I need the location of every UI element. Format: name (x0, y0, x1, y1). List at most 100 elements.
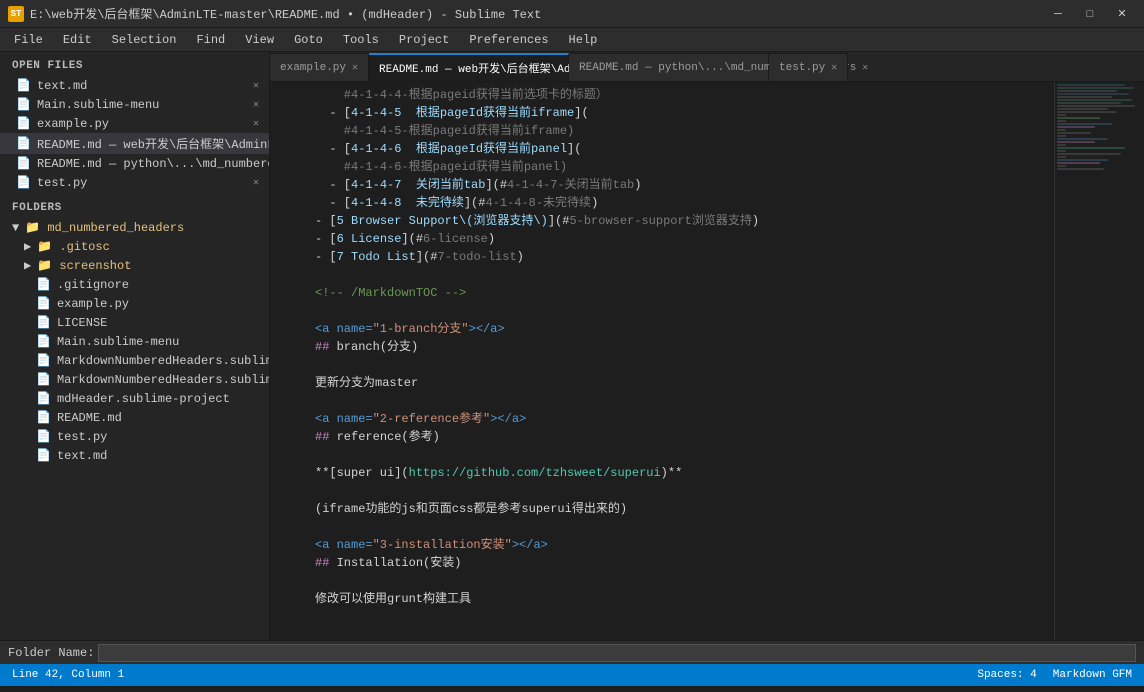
file-icon: 📄 (36, 372, 51, 387)
folders-title: FOLDERS (0, 192, 269, 218)
file-test-py[interactable]: 📄 test.py (0, 427, 269, 446)
tab-example-py[interactable]: example.py ✕ (270, 53, 369, 81)
code-line: - [6 License](#6-license) (270, 230, 1054, 248)
open-file-label: example.py (37, 117, 109, 131)
sidebar[interactable]: OPEN FILES 📄 text.md ✕ 📄 Main.sublime-me… (0, 52, 270, 640)
folder-name-input[interactable] (98, 644, 1136, 662)
file-readme-md[interactable]: 📄 README.md (0, 408, 269, 427)
folder-gitosc[interactable]: ▶ 📁 .gitosc (0, 237, 269, 256)
code-line: ## branch(分支) (270, 338, 1054, 356)
code-line: - [4-1-4-5 根据pageId获得当前iframe]( (270, 104, 1054, 122)
file-markdown-numbered-c[interactable]: 📄 MarkdownNumberedHeaders.sublime-c (0, 351, 269, 370)
tab-label: example.py (280, 62, 346, 74)
open-file-example-py[interactable]: 📄 example.py ✕ (0, 114, 269, 133)
file-mdheader-project[interactable]: 📄 mdHeader.sublime-project (0, 389, 269, 408)
file-license[interactable]: 📄 LICENSE (0, 313, 269, 332)
minimize-button[interactable]: ─ (1044, 3, 1072, 25)
status-spaces[interactable]: Spaces: 4 (977, 669, 1036, 681)
file-gitignore[interactable]: 📄 .gitignore (0, 275, 269, 294)
menu-edit[interactable]: Edit (53, 31, 102, 49)
menu-view[interactable]: View (235, 31, 284, 49)
status-language[interactable]: Markdown GFM (1053, 669, 1132, 681)
expand-icon: ▶ (24, 258, 31, 273)
tab-label: test.py (779, 62, 825, 74)
status-right: Spaces: 4 Markdown GFM (977, 669, 1132, 681)
menu-help[interactable]: Help (559, 31, 608, 49)
expand-icon: ▶ (24, 239, 31, 254)
file-label: text.md (57, 449, 107, 463)
file-icon: 📄 (36, 391, 51, 406)
file-label: test.py (57, 430, 107, 444)
tab-close-icon[interactable]: ✕ (831, 62, 837, 74)
open-file-readme-python[interactable]: 📄 README.md — python\...\md_numbered_hea… (0, 154, 269, 173)
tab-test-py[interactable]: test.py ✕ (769, 53, 848, 81)
open-file-main-sublime-menu[interactable]: 📄 Main.sublime-menu ✕ (0, 95, 269, 114)
open-file-label: test.py (37, 176, 87, 190)
code-line: ## reference(参考) (270, 428, 1054, 446)
tab-close-icon[interactable]: ✕ (352, 62, 358, 74)
code-line: - [7 Todo List](#7-todo-list) (270, 248, 1054, 266)
open-file-text-md[interactable]: 📄 text.md ✕ (0, 76, 269, 95)
file-icon: 📄 (16, 97, 31, 112)
menu-file[interactable]: File (4, 31, 53, 49)
code-line (270, 266, 1054, 284)
code-line: **[super ui](https://github.com/tzhsweet… (270, 464, 1054, 482)
tab-readme-python[interactable]: README.md — python\...\md_numbered_heade… (569, 53, 769, 81)
editor-content: #4-1-4-4-根据pageid获得当前选项卡的标题） - [4-1-4-5 … (270, 82, 1054, 612)
code-line (270, 356, 1054, 374)
main-area: OPEN FILES 📄 text.md ✕ 📄 Main.sublime-me… (0, 52, 1144, 640)
title-left: ST E:\web开发\后台框架\AdminLTE-master\README.… (8, 5, 541, 22)
tab-close-icon[interactable]: ✕ (862, 62, 868, 74)
open-files-title: OPEN FILES (0, 52, 269, 76)
folder-name-bar: Folder Name: (0, 640, 1144, 664)
code-line: <a name="3-installation安装"></a> (270, 536, 1054, 554)
folder-md-numbered-headers[interactable]: ▼ 📁 md_numbered_headers (0, 218, 269, 237)
code-line: 更新分支为master (270, 374, 1054, 392)
tab-bar: example.py ✕ README.md — web开发\后台框架\Admi… (270, 52, 1144, 82)
close-file-icon[interactable]: ✕ (251, 118, 261, 130)
open-file-readme-adminlte[interactable]: 📄 README.md — web开发\后台框架\AdminLTE-... ✕ (0, 133, 269, 154)
status-position[interactable]: Line 42, Column 1 (12, 669, 124, 681)
minimap[interactable] (1054, 82, 1144, 640)
file-icon: 📄 (16, 136, 31, 151)
file-example-py[interactable]: 📄 example.py (0, 294, 269, 313)
file-main-sublime-menu[interactable]: 📄 Main.sublime-menu (0, 332, 269, 351)
status-bar: Line 42, Column 1 Spaces: 4 Markdown GFM (0, 664, 1144, 686)
code-line: #4-1-4-5-根据pageid获得当前iframe) (270, 122, 1054, 140)
maximize-button[interactable]: □ (1076, 3, 1104, 25)
open-file-label: text.md (37, 79, 87, 93)
window-controls: ─ □ ✕ (1044, 3, 1136, 25)
code-line: #4-1-4-6-根据pageid获得当前panel) (270, 158, 1054, 176)
close-file-icon[interactable]: ✕ (251, 80, 261, 92)
close-file-icon[interactable]: ✕ (251, 177, 261, 189)
file-label: .gitignore (57, 278, 129, 292)
folder-screenshot[interactable]: ▶ 📁 screenshot (0, 256, 269, 275)
code-line: ## Installation(安装) (270, 554, 1054, 572)
code-line (270, 392, 1054, 410)
open-file-test-py[interactable]: 📄 test.py ✕ (0, 173, 269, 192)
menu-find[interactable]: Find (186, 31, 235, 49)
code-line (270, 572, 1054, 590)
close-file-icon[interactable]: ✕ (251, 99, 261, 111)
menu-goto[interactable]: Goto (284, 31, 333, 49)
editor[interactable]: #4-1-4-4-根据pageid获得当前选项卡的标题） - [4-1-4-5 … (270, 82, 1054, 640)
close-button[interactable]: ✕ (1108, 3, 1136, 25)
code-line: - [4-1-4-8 未完待续](#4-1-4-8-未完待续) (270, 194, 1054, 212)
file-markdown-numbered-s[interactable]: 📄 MarkdownNumberedHeaders.sublime-s (0, 370, 269, 389)
menu-selection[interactable]: Selection (102, 31, 187, 49)
file-label: LICENSE (57, 316, 107, 330)
code-line (270, 302, 1054, 320)
file-icon: 📄 (16, 78, 31, 93)
menu-project[interactable]: Project (389, 31, 459, 49)
code-line: <a name="2-reference参考"></a> (270, 410, 1054, 428)
menu-tools[interactable]: Tools (333, 31, 389, 49)
content-area: example.py ✕ README.md — web开发\后台框架\Admi… (270, 52, 1144, 640)
tab-readme-adminlte[interactable]: README.md — web开发\后台框架\AdminLTE-master (369, 53, 569, 81)
folder-name-label: Folder Name: (8, 646, 94, 660)
file-label: Main.sublime-menu (57, 335, 179, 349)
file-icon: 📄 (36, 334, 51, 349)
title-bar: ST E:\web开发\后台框架\AdminLTE-master\README.… (0, 0, 1144, 28)
menu-preferences[interactable]: Preferences (459, 31, 558, 49)
file-text-md[interactable]: 📄 text.md (0, 446, 269, 465)
file-icon: 📄 (36, 353, 51, 368)
